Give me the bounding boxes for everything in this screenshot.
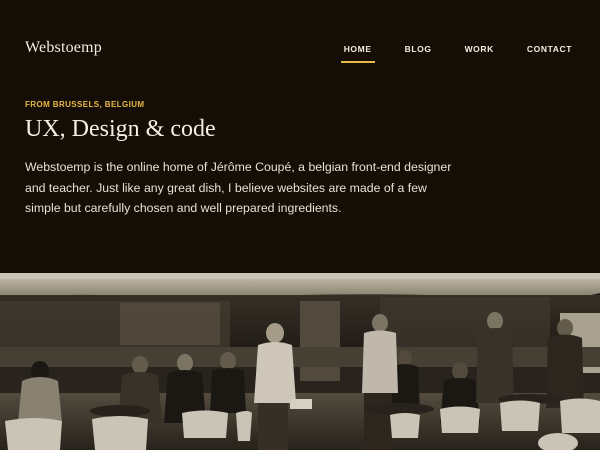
site-header: Webstoemp HOME BLOG WORK CONTACT [0,0,600,90]
nav-contact[interactable]: CONTACT [527,44,572,63]
nav-work-label: WORK [464,44,494,54]
hero-intro: Webstoemp is the online home of Jérôme C… [25,160,452,215]
main-nav: HOME BLOG WORK CONTACT [311,44,572,63]
nav-blog[interactable]: BLOG [405,44,432,63]
hero-kicker: FROM BRUSSELS, BELGIUM [25,100,145,109]
nav-work[interactable]: WORK [465,44,494,63]
nav-blog-label: BLOG [404,44,432,54]
hero-photo [0,273,600,450]
nav-contact-label: CONTACT [526,44,572,54]
page: Webstoemp HOME BLOG WORK CONTACT FROM BR… [0,0,600,450]
hero-title: UX, Design & code [25,116,216,142]
cafe-terrace-photo [0,273,600,450]
site-logo[interactable]: Webstoemp [25,39,102,57]
nav-home-label: HOME [343,44,372,54]
nav-home[interactable]: HOME [340,44,375,63]
active-underline [340,61,375,63]
